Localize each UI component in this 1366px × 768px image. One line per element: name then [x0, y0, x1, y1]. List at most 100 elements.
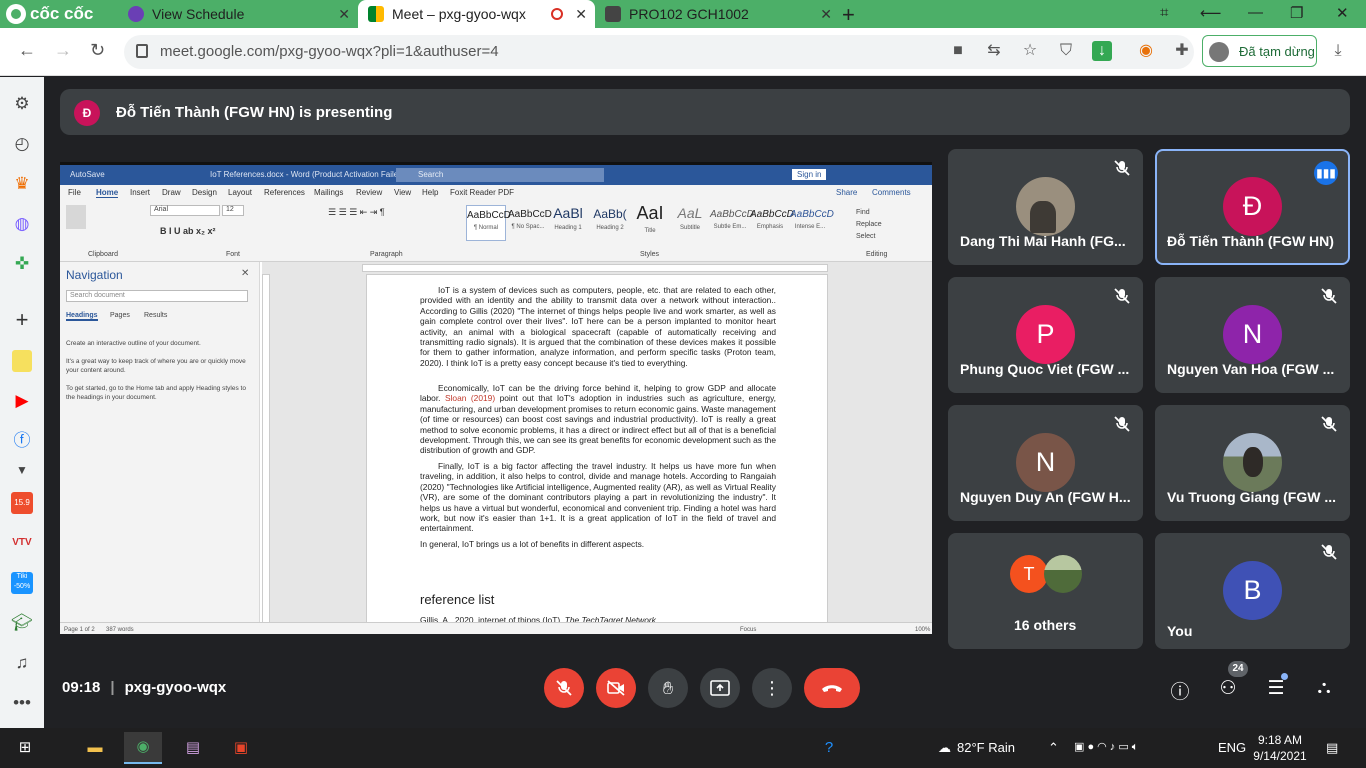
- download-extension-icon[interactable]: ↓: [1092, 41, 1112, 61]
- weather-widget[interactable]: ☁ 82°F Rain: [938, 740, 1015, 756]
- close-tab-icon[interactable]: ✕: [338, 6, 350, 23]
- vtv-go-icon[interactable]: VTV: [11, 532, 33, 554]
- close-window-button[interactable]: ✕: [1336, 4, 1349, 22]
- browser-brand[interactable]: cốc cốc: [6, 3, 93, 25]
- meeting-code: pxg-gyoo-wqx: [124, 679, 227, 696]
- status-focus: Focus: [740, 627, 757, 633]
- shield-icon[interactable]: ⛉: [1056, 41, 1076, 61]
- participant-tile[interactable]: N Nguyen Duy An (FGW H...: [948, 405, 1143, 521]
- screen-capture-icon[interactable]: ⌗: [1160, 4, 1168, 21]
- chevron-down-icon[interactable]: ▼: [11, 459, 33, 481]
- style-name: Subtle Em...: [713, 224, 747, 230]
- word-menu-item: Home: [96, 188, 119, 198]
- tiki-icon[interactable]: Tiki -50%: [11, 572, 33, 594]
- downloads-icon[interactable]: ⤓: [1328, 41, 1348, 61]
- crown-icon[interactable]: ♛: [11, 173, 33, 195]
- notifications-icon[interactable]: ▤: [1326, 740, 1338, 756]
- style-preview: AaBl: [553, 205, 583, 221]
- gamepad-icon[interactable]: ✜: [11, 253, 33, 275]
- participant-tile[interactable]: P Phung Quoc Viet (FGW ...: [948, 277, 1143, 393]
- powerpoint-icon[interactable]: ▣: [228, 736, 254, 760]
- camera-toggle-button[interactable]: [596, 668, 636, 708]
- presenter-avatar: Đ: [74, 100, 100, 126]
- forward-button[interactable]: →: [54, 40, 72, 61]
- tab-view-schedule[interactable]: View Schedule ✕: [118, 0, 358, 28]
- system-tray-icons[interactable]: ▣ ● ◠ ♪ ▭ 🔈︎: [1074, 740, 1138, 754]
- file-explorer-icon[interactable]: ▬: [82, 736, 108, 760]
- nav-search-box: Search document: [66, 290, 248, 302]
- translate-icon[interactable]: ⇆: [984, 41, 1004, 61]
- leave-call-button[interactable]: [804, 668, 860, 708]
- winrar-icon[interactable]: ▤: [180, 736, 206, 760]
- word-menu-item: View: [394, 188, 412, 197]
- chrome-extension-icon[interactable]: ◉: [1136, 41, 1156, 61]
- minimize-button[interactable]: —: [1248, 4, 1263, 21]
- add-sidebar-item-icon[interactable]: +: [11, 309, 33, 331]
- settings-gear-icon[interactable]: ⚙: [11, 93, 33, 115]
- tab-meet[interactable]: Meet – pxg-gyoo-wqx ✕: [358, 0, 595, 28]
- new-tab-button[interactable]: +: [842, 2, 855, 28]
- graduation-cap-icon[interactable]: 🎓︎: [11, 612, 33, 634]
- profile-paused-button[interactable]: Đã tạm dừng: [1202, 35, 1317, 67]
- youtube-icon[interactable]: ▶: [11, 390, 33, 412]
- chat-notification-dot: [1281, 673, 1288, 680]
- facebook-icon[interactable]: ⓕ: [11, 430, 33, 452]
- messenger-icon[interactable]: ◍: [11, 213, 33, 235]
- coccoc-logo-icon: [6, 4, 26, 24]
- note-icon[interactable]: [12, 350, 32, 372]
- vertical-dots-icon: ⋮: [763, 678, 781, 698]
- nav-tab: Pages: [110, 312, 130, 319]
- chat-icon[interactable]: ☰: [1264, 677, 1288, 701]
- mic-off-icon: [1114, 416, 1130, 432]
- people-icon[interactable]: ⚇: [1216, 677, 1240, 701]
- participant-tile[interactable]: Đ ▮▮▮ Đỗ Tiến Thành (FGW HN): [1155, 149, 1350, 265]
- bookmark-star-icon[interactable]: ☆: [1020, 41, 1040, 61]
- close-tab-icon[interactable]: ✕: [575, 6, 587, 23]
- windows-start-icon[interactable]: ⊞: [12, 736, 38, 760]
- tray-chevron-icon[interactable]: ⌃: [1048, 740, 1059, 756]
- mic-toggle-button[interactable]: [544, 668, 584, 708]
- address-toolbar: ← → ↻ meet.google.com/pxg-gyoo-wqx?pli=1…: [0, 28, 1366, 76]
- participant-tile[interactable]: Dang Thi Mai Hanh (FG...: [948, 149, 1143, 265]
- back-button[interactable]: ←: [18, 40, 36, 61]
- weather-text: 82°F Rain: [957, 740, 1015, 755]
- mic-off-icon: [1321, 288, 1337, 304]
- input-language[interactable]: ENG: [1218, 740, 1246, 755]
- extensions-puzzle-icon[interactable]: ✚: [1172, 41, 1192, 61]
- ribbon-group-label: Editing: [866, 251, 888, 258]
- style-name: ¶ No Spac...: [511, 224, 545, 230]
- activities-icon[interactable]: ⛬: [1312, 677, 1336, 701]
- coccoc-taskbar-icon[interactable]: ◉: [124, 732, 162, 764]
- present-screen-button[interactable]: [700, 668, 740, 708]
- participant-name: 16 others: [1014, 617, 1077, 633]
- tab-pro102[interactable]: PRO102 GCH1002 ✕: [595, 0, 840, 28]
- meeting-info-icon[interactable]: ⓘ: [1168, 677, 1192, 703]
- meet-favicon-icon: [368, 6, 384, 22]
- camera-blocked-icon[interactable]: ■: [948, 41, 968, 61]
- maximize-button[interactable]: ❐: [1290, 4, 1303, 22]
- back-history-icon[interactable]: ⟵: [1200, 4, 1222, 22]
- replace-command: Replace: [856, 221, 882, 228]
- profile-status-label: Đã tạm dừng: [1239, 44, 1315, 59]
- history-icon[interactable]: ◴: [11, 133, 33, 155]
- shopee-icon[interactable]: 15.9: [11, 492, 33, 514]
- help-icon[interactable]: ?: [816, 736, 842, 760]
- raise-hand-button[interactable]: ✋︎: [648, 668, 688, 708]
- word-title-bar: AutoSave IoT References.docx - Word (Pro…: [60, 165, 932, 185]
- ribbon-group-label: Styles: [640, 251, 660, 258]
- more-dots-icon[interactable]: •••: [11, 692, 33, 714]
- participant-tile[interactable]: N Nguyen Van Hoa (FGW ...: [1155, 277, 1350, 393]
- participant-tile-others[interactable]: T 16 others: [948, 533, 1143, 649]
- reload-button[interactable]: ↻: [90, 40, 105, 61]
- notification-bell-icon[interactable]: ♫: [11, 652, 33, 674]
- doc-citation: Sloan (2019): [444, 393, 496, 404]
- ribbon-group-label: Font: [226, 251, 241, 258]
- nav-tab: Results: [144, 312, 168, 319]
- participant-tile[interactable]: Vu Truong Giang (FGW ...: [1155, 405, 1350, 521]
- clock[interactable]: 9:18 AM 9/14/2021: [1250, 732, 1310, 764]
- present-icon: [710, 680, 730, 696]
- close-tab-icon[interactable]: ✕: [820, 6, 832, 23]
- more-options-button[interactable]: ⋮: [752, 668, 792, 708]
- participant-tile-self[interactable]: B You: [1155, 533, 1350, 649]
- schedule-favicon-icon: [128, 6, 144, 22]
